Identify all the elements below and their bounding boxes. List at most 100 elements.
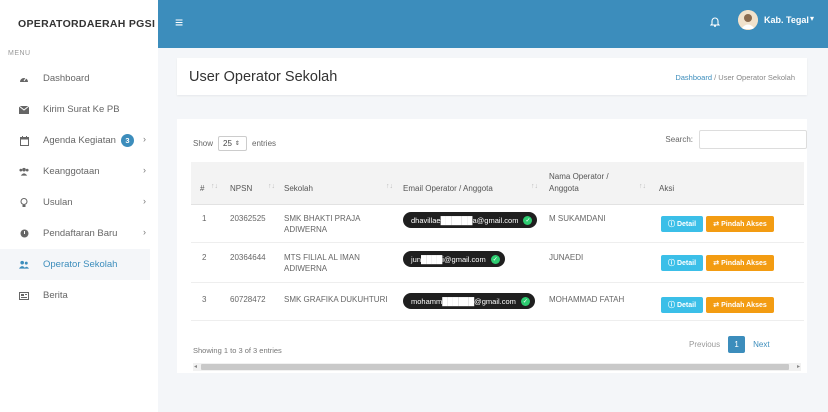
search-input[interactable] [699,130,807,149]
detail-label: Detail [676,220,697,228]
select-arrows-icon: ⇕ [234,141,240,147]
sidebar-item-agenda[interactable]: Agenda Kegiatan 3 › [0,125,158,156]
table-info: Showing 1 to 3 of 3 entries [193,346,282,355]
sidebar-item-keanggotaan[interactable]: Keanggotaan › [0,156,158,187]
next-page-button[interactable]: Next [745,340,777,349]
sidebar-item-label: Usulan [43,197,73,208]
operator-table-card: Show 25 ⇕ entries Search: # ↑↓ NPSN ↑↓ S… [177,119,807,373]
cell-nama: JUNAEDI [549,253,584,262]
sort-icon: ↑↓ [268,183,275,190]
col-header-email[interactable]: Email Operator / Anggota [403,183,493,194]
sidebar-item-berita[interactable]: Berita [0,280,158,311]
cell-no: 3 [202,295,207,304]
detail-button[interactable]: ⓘ Detail [661,255,703,271]
col-header-npsn[interactable]: NPSN [230,183,252,194]
detail-label: Detail [676,259,697,267]
cell-sekolah-line2: ADIWERNA [284,225,328,234]
bell-icon[interactable] [709,14,721,32]
user-name[interactable]: Kab. Tegal [764,15,809,25]
pindah-label: Pindah Akses [721,301,767,309]
caret-down-icon[interactable]: ▾ [810,14,814,23]
detail-label: Detail [676,301,697,309]
table-header: # ↑↓ NPSN ↑↓ Sekolah ↑↓ Email Operator /… [191,162,804,205]
entries-select[interactable]: 25 ⇕ [218,136,248,151]
sidebar-item-operator-sekolah[interactable]: Operator Sekolah [0,249,150,280]
pindah-label: Pindah Akses [721,220,767,228]
entries-label: entries [252,139,277,148]
cell-sekolah-line1: SMK GRAFIKA DUKUHTURI [284,295,388,304]
exchange-icon: ⇄ [713,260,720,267]
dashboard-icon [19,74,29,84]
search-label: Search: [665,135,693,144]
verified-check-icon: ✓ [523,215,533,225]
sidebar-item-label: Pendaftaran Baru [43,228,118,239]
chevron-right-icon: › [143,165,146,175]
menu-caption: MENU [8,50,31,57]
content-area: User Operator Sekolah Dashboard / User O… [158,48,828,412]
cell-npsn: 20362525 [230,214,266,223]
sidebar-item-dashboard[interactable]: Dashboard [0,63,158,94]
detail-button[interactable]: ⓘ Detail [661,216,703,232]
horizontal-scrollbar[interactable]: ◂ ▸ [193,363,801,371]
sort-icon: ↑↓ [211,183,218,190]
sidebar-item-label: Dashboard [43,73,90,84]
sidebar-item-label: Berita [43,290,68,301]
sidebar: OPERATORDAERAH PGSI MENU Dashboard Kirim… [0,0,158,412]
sidebar-nav: Dashboard Kirim Surat Ke PB Agenda Kegia… [0,63,158,311]
top-navbar: ≡ Kab. Tegal ▾ [158,0,828,48]
chevron-right-icon: › [143,196,146,206]
pindah-akses-button[interactable]: ⇄ Pindah Akses [706,255,774,271]
sidebar-item-label: Agenda Kegiatan [43,135,116,146]
page-title: User Operator Sekolah [189,69,338,85]
sidebar-item-label: Kirim Surat Ke PB [43,104,120,115]
pagination: Previous 1 Next [681,336,778,353]
breadcrumb-current: User Operator Sekolah [718,73,795,82]
scroll-right-arrow-icon[interactable]: ▸ [797,363,800,371]
cell-sekolah-line1: SMK BHAKTI PRAJA [284,214,361,223]
info-icon: ⓘ [667,260,675,267]
entries-length-control: Show 25 ⇕ entries [193,136,276,151]
exchange-icon: ⇄ [713,302,720,309]
col-header-aksi: Aksi [659,184,675,193]
email-text: dhavillae██████a@gmail.com [411,215,519,225]
email-badge: dhavillae██████a@gmail.com ✓ [403,212,538,228]
cell-npsn: 20364644 [230,253,266,262]
entries-value: 25 [223,139,232,148]
col-header-nama-line2[interactable]: Anggota [549,183,579,194]
sidebar-item-usulan[interactable]: Usulan › [0,187,158,218]
cell-sekolah-line1: MTS FILIAL AL IMAN [284,253,360,262]
pindah-label: Pindah Akses [721,259,767,267]
email-badge: jun████i@gmail.com ✓ [403,251,505,267]
sort-icon: ↑↓ [386,183,393,190]
pindah-akses-button[interactable]: ⇄ Pindah Akses [706,297,774,313]
chevron-right-icon: › [143,134,146,144]
table-row: 3 60728472 SMK GRAFIKA DUKUHTURI mohamm█… [191,283,804,321]
detail-button[interactable]: ⓘ Detail [661,297,703,313]
scrollbar-thumb[interactable] [201,364,789,370]
info-icon: ⓘ [667,221,675,228]
sort-icon: ↑↓ [639,183,646,190]
col-header-nama-line1[interactable]: Nama Operator / [549,171,609,182]
pindah-akses-button[interactable]: ⇄ Pindah Akses [706,216,774,232]
col-header-sekolah[interactable]: Sekolah [284,183,313,194]
chevron-right-icon: › [143,227,146,237]
newspaper-icon [19,291,29,301]
scroll-left-arrow-icon[interactable]: ◂ [194,363,197,371]
hamburger-menu-icon[interactable]: ≡ [175,15,183,29]
sidebar-item-kirim-surat[interactable]: Kirim Surat Ke PB [0,94,158,125]
breadcrumb-home-link[interactable]: Dashboard [675,73,712,82]
page-1-button[interactable]: 1 [728,336,746,353]
calendar-icon [19,135,29,146]
cell-sekolah-line2: ADIWERNA [284,264,328,273]
users-icon [19,167,29,177]
table-row: 2 20364644 MTS FILIAL AL IMAN ADIWERNA j… [191,243,804,283]
sidebar-item-pendaftaran[interactable]: Pendaftaran Baru › [0,218,158,249]
verified-check-icon: ✓ [520,296,530,306]
mail-icon [19,105,29,115]
email-text: jun████i@gmail.com [411,254,486,264]
circle-icon [19,229,29,239]
col-header-no[interactable]: # [200,183,204,194]
previous-page-button[interactable]: Previous [681,340,728,349]
sidebar-item-label: Keanggotaan [43,166,100,177]
avatar[interactable] [738,10,758,30]
